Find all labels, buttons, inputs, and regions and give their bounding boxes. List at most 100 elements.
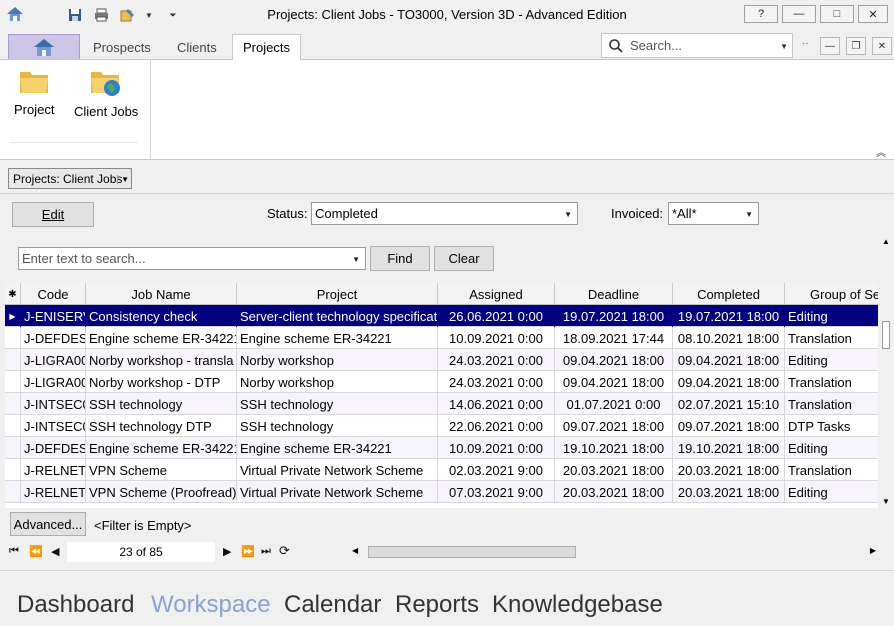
client-jobs-button[interactable]: Client Jobs (74, 66, 138, 119)
cell-project[interactable]: Virtual Private Network Scheme (237, 459, 438, 481)
home-tab[interactable] (8, 34, 80, 59)
cell-completed[interactable]: 20.03.2021 18:00 (673, 481, 785, 503)
cell-job-name[interactable]: Engine scheme ER-34221 (86, 327, 237, 349)
cell-job-name[interactable]: Consistency check (86, 305, 237, 327)
cell-completed[interactable]: 02.07.2021 15:10 (673, 393, 785, 415)
cell-project[interactable]: SSH technology (237, 415, 438, 437)
cell-project[interactable]: Engine scheme ER-34221 (237, 437, 438, 459)
table-row[interactable]: J-RELNETCVPN SchemeVirtual Private Netwo… (5, 459, 878, 481)
help-button[interactable]: ? (744, 5, 778, 23)
table-row[interactable]: J-INTSEC0 SSH technology DTP SSH technolog… (5, 415, 878, 437)
find-button[interactable]: Find (370, 246, 430, 271)
cell-deadline[interactable]: 09.07.2021 18:00 (555, 415, 673, 437)
cell-assigned[interactable]: 10.09.2021 0:00 (438, 327, 555, 349)
scroll-up-icon[interactable]: ▲ (882, 237, 890, 246)
cell-code[interactable]: J-INTSEC0 (21, 393, 86, 415)
refresh-icon[interactable]: ⟳ (279, 543, 290, 559)
cell-project[interactable]: SSH technology (237, 393, 438, 415)
cell-group-of-services[interactable]: Translation (785, 393, 878, 415)
cell-group-of-services[interactable]: Editing (785, 437, 878, 459)
cell-project[interactable]: Server-client technology specificat (237, 305, 438, 327)
last-record-icon[interactable]: ⏭ (261, 545, 271, 558)
column-header-group-of-services[interactable]: Group of Se (785, 283, 878, 305)
table-row[interactable]: J-INTSEC0 SSH technology SSH technology 14.… (5, 393, 878, 415)
ribbon-close-button[interactable]: ✕ (872, 37, 892, 55)
cell-deadline[interactable]: 19.07.2021 18:00 (555, 305, 673, 327)
chevron-down-icon[interactable]: ▼ (780, 42, 788, 51)
column-header-job-name[interactable]: Job Name (86, 283, 237, 305)
cell-deadline[interactable]: 09.04.2021 18:00 (555, 371, 673, 393)
ribbon-restore-button[interactable]: ❐ (846, 37, 866, 55)
cell-group-of-services[interactable]: Editing (785, 305, 878, 327)
more-icon[interactable]: ·· (802, 38, 809, 49)
cell-assigned[interactable]: 26.06.2021 0:00 (438, 305, 555, 327)
cell-project[interactable]: Engine scheme ER-34221 (237, 327, 438, 349)
grid-search-input[interactable]: Enter text to search... ▼ (18, 247, 366, 270)
status-select[interactable]: Completed ▼ (311, 202, 578, 225)
cell-deadline[interactable]: 20.03.2021 18:00 (555, 459, 673, 481)
nav-dashboard[interactable]: Dashboard (17, 591, 134, 619)
minimize-button[interactable]: — (782, 5, 816, 23)
cell-project[interactable]: Norby workshop (237, 349, 438, 371)
cell-group-of-services[interactable]: Translation (785, 459, 878, 481)
cell-code[interactable]: J-DEFDESC (21, 437, 86, 459)
cell-code[interactable]: J-ENISERV (21, 305, 86, 327)
table-row[interactable]: J-RELNETCVPN Scheme (Proofread)Virtual P… (5, 481, 878, 503)
nav-workspace[interactable]: Workspace (151, 591, 271, 619)
scroll-down-icon[interactable]: ▼ (882, 497, 890, 506)
grid-vertical-scrollbar[interactable]: ▲ ▼ (878, 235, 894, 508)
vertical-scroll-thumb[interactable] (882, 321, 890, 349)
cell-code[interactable]: J-LIGRA00( (21, 349, 86, 371)
save-icon[interactable] (66, 6, 84, 24)
cell-code[interactable]: J-LIGRA00( (21, 371, 86, 393)
table-row[interactable]: J-LIGRA00(Norby workshop - transla Norby … (5, 349, 878, 371)
cell-job-name[interactable]: SSH technology (86, 393, 237, 415)
cell-deadline[interactable]: 19.10.2021 18:00 (555, 437, 673, 459)
horizontal-scroll-thumb[interactable] (368, 546, 576, 558)
nav-calendar[interactable]: Calendar (284, 591, 381, 619)
cell-job-name[interactable]: Norby workshop - DTP (86, 371, 237, 393)
project-button[interactable]: Project (14, 66, 54, 117)
column-header-deadline[interactable]: Deadline (555, 283, 673, 305)
invoiced-select[interactable]: *All* ▼ (668, 202, 759, 225)
cell-assigned[interactable]: 24.03.2021 0:00 (438, 349, 555, 371)
cell-completed[interactable]: 19.10.2021 18:00 (673, 437, 785, 459)
cell-assigned[interactable]: 07.03.2021 9:00 (438, 481, 555, 503)
chevron-down-icon[interactable]: ▼ (140, 6, 158, 24)
cell-code[interactable]: J-INTSEC0 (21, 415, 86, 437)
grid-horizontal-scrollbar[interactable]: ◀ ▶ (350, 544, 878, 560)
next-page-icon[interactable]: ⏩ (241, 545, 255, 558)
cell-assigned[interactable]: 02.03.2021 9:00 (438, 459, 555, 481)
cell-job-name[interactable]: Norby workshop - transla (86, 349, 237, 371)
cell-project[interactable]: Virtual Private Network Scheme (237, 481, 438, 503)
chevron-up-icon[interactable]: ︽ (876, 144, 886, 159)
print-icon[interactable] (92, 6, 110, 24)
cell-completed[interactable]: 09.04.2021 18:00 (673, 371, 785, 393)
nav-reports[interactable]: Reports (395, 591, 479, 619)
previous-record-icon[interactable]: ◀ (51, 545, 59, 558)
column-header-code[interactable]: Code (21, 283, 86, 305)
nav-knowledgebase[interactable]: Knowledgebase (492, 591, 663, 619)
tab-projects[interactable]: Projects (232, 34, 301, 61)
cell-assigned[interactable]: 22.06.2021 0:00 (438, 415, 555, 437)
cell-job-name[interactable]: VPN Scheme (86, 459, 237, 481)
cell-code[interactable]: J-DEFDESC (21, 327, 86, 349)
cell-group-of-services[interactable]: Editing (785, 349, 878, 371)
cell-assigned[interactable]: 24.03.2021 0:00 (438, 371, 555, 393)
cell-group-of-services[interactable]: DTP Tasks (785, 415, 878, 437)
customize-toolbar-icon[interactable]: ⏷ (164, 6, 182, 24)
cell-group-of-services[interactable]: Translation (785, 327, 878, 349)
cell-job-name[interactable]: VPN Scheme (Proofread) (86, 481, 237, 503)
cell-deadline[interactable]: 20.03.2021 18:00 (555, 481, 673, 503)
cell-code[interactable]: J-RELNETC (21, 459, 86, 481)
cell-deadline[interactable]: 09.04.2021 18:00 (555, 349, 673, 371)
tools-icon[interactable] (118, 6, 136, 24)
tab-prospects[interactable]: Prospects (83, 34, 161, 60)
advanced-filter-button[interactable]: Advanced... (10, 512, 86, 536)
cell-job-name[interactable]: Engine scheme ER-34221 (86, 437, 237, 459)
table-row[interactable]: ▶ J-ENISERV Consistency check Server-client… (5, 305, 878, 327)
cell-assigned[interactable]: 10.09.2021 0:00 (438, 437, 555, 459)
column-header-completed[interactable]: Completed (673, 283, 785, 305)
column-header-assigned[interactable]: Assigned (438, 283, 555, 305)
column-header-project[interactable]: Project (237, 283, 438, 305)
